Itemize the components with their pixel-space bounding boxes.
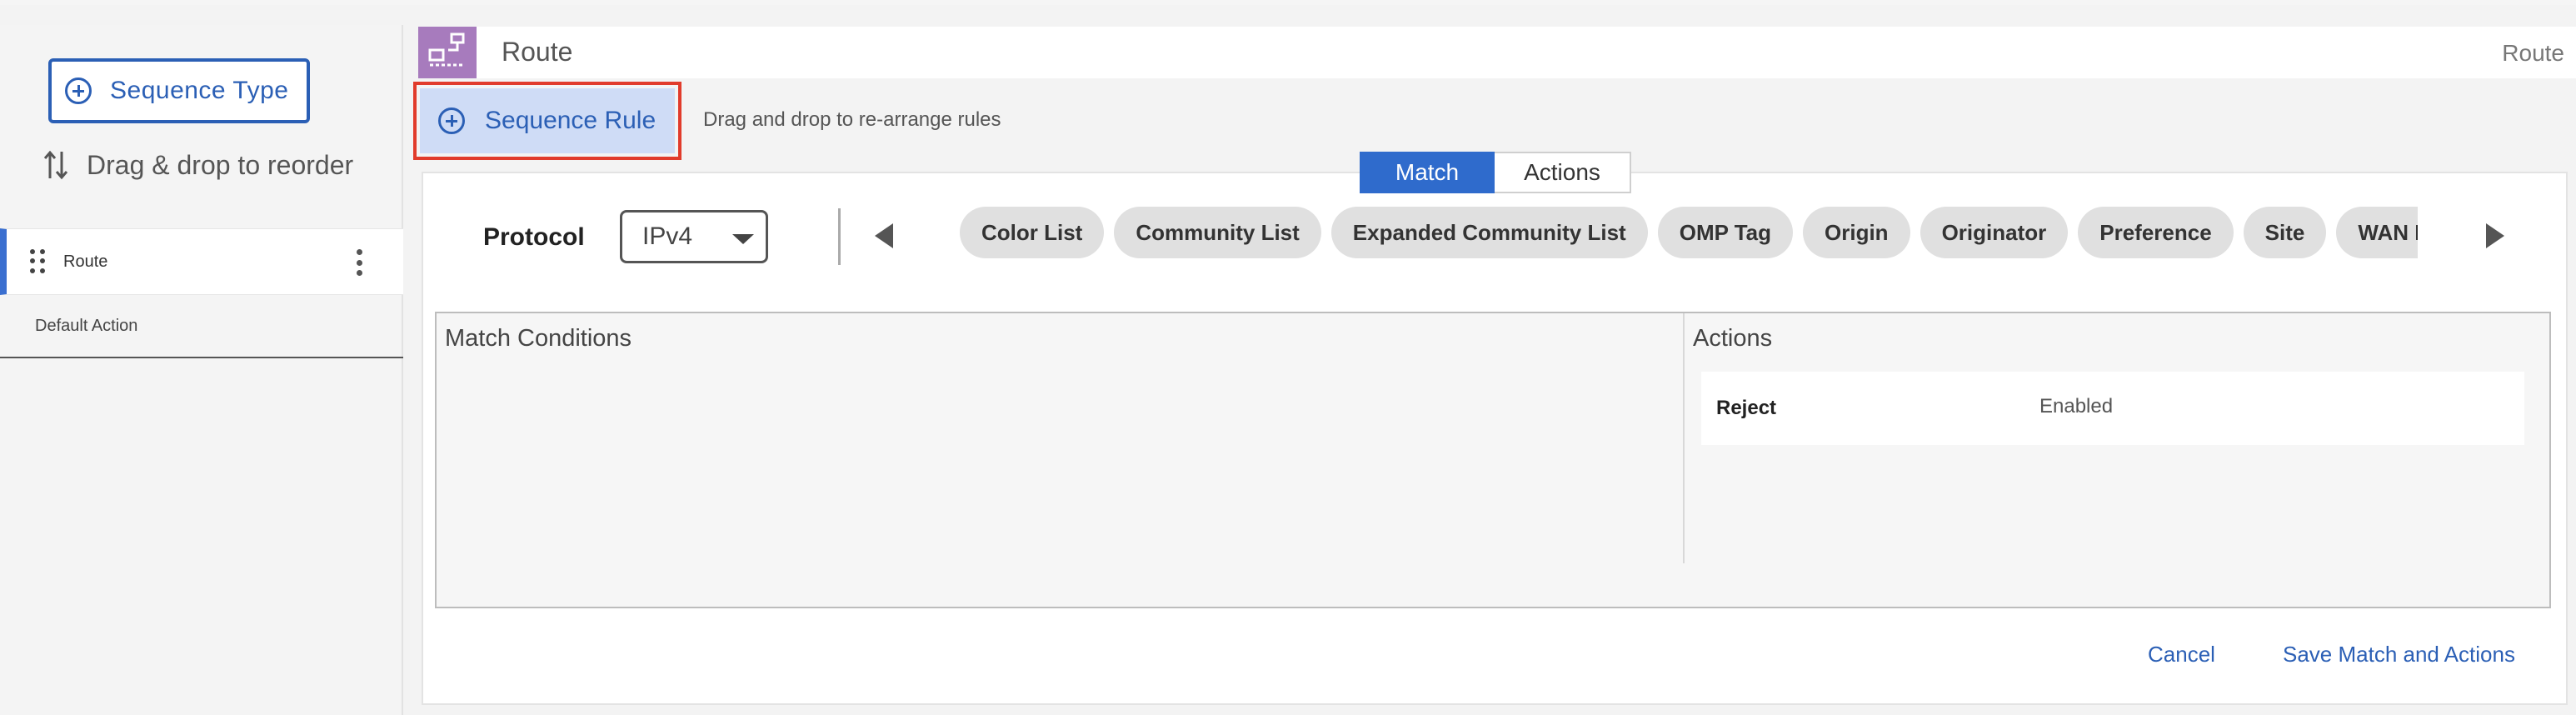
sequence-type-button[interactable]: Sequence Type (48, 58, 310, 123)
drag-handle-icon[interactable] (30, 249, 47, 274)
tab-match[interactable]: Match (1360, 152, 1495, 193)
add-circle-icon (65, 78, 92, 104)
top-strip (0, 0, 2576, 5)
match-conditions-title: Match Conditions (445, 325, 632, 352)
action-key: Reject (1716, 397, 1777, 419)
sequence-rule-label: Sequence Rule (485, 107, 656, 134)
chip-color-list[interactable]: Color List (960, 207, 1105, 258)
route-header: Route Route (418, 27, 2576, 78)
sequence-sidebar: Sequence Type Drag & drop to reorder Rou… (0, 25, 403, 715)
chip-omp-tag[interactable]: OMP Tag (1657, 207, 1793, 258)
protocol-select[interactable]: IPv4 (620, 210, 768, 263)
route-policy-icon (418, 27, 477, 78)
sequence-rule-button[interactable]: Sequence Rule (420, 88, 675, 153)
cancel-button[interactable]: Cancel (2148, 642, 2215, 668)
chip-community-list[interactable]: Community List (1114, 207, 1321, 258)
sequence-list: Route Default Action (0, 228, 403, 358)
scroll-left-icon[interactable] (875, 223, 893, 248)
sequence-item-label: Default Action (35, 316, 138, 335)
page-type-label: Route (2502, 40, 2564, 66)
rearrange-hint: Drag and drop to re-arrange rules (703, 108, 1001, 131)
sequence-item-label: Route (63, 252, 108, 271)
sequence-item-default-action[interactable]: Default Action (0, 295, 403, 358)
sequence-type-label: Sequence Type (110, 77, 289, 104)
drag-reorder-hint: Drag & drop to reorder (42, 148, 353, 182)
conditions-panel: Match Conditions Actions Reject Enabled (435, 312, 2551, 608)
drag-reorder-text: Drag & drop to reorder (87, 149, 354, 180)
divider (838, 208, 841, 265)
scroll-right-icon[interactable] (2486, 223, 2504, 248)
action-value: Enabled (2039, 395, 2114, 418)
match-condition-chips: Color List Community List Expanded Commu… (960, 207, 2418, 260)
actions-title: Actions (1693, 325, 1773, 352)
divider (1683, 313, 1685, 563)
protocol-value: IPv4 (642, 222, 693, 250)
reorder-arrows-icon (42, 148, 72, 182)
chip-preference[interactable]: Preference (2078, 207, 2234, 258)
tab-actions[interactable]: Actions (1495, 152, 1631, 193)
action-row: Reject Enabled (1701, 372, 2524, 445)
more-options-icon[interactable] (357, 249, 363, 276)
match-actions-tabs: Match Actions (1360, 152, 1631, 193)
chip-wan-region[interactable]: WAN Re (2336, 207, 2418, 258)
chip-origin[interactable]: Origin (1803, 207, 1910, 258)
sequence-item-route[interactable]: Route (0, 228, 403, 295)
chevron-down-icon (732, 234, 754, 244)
save-match-actions-button[interactable]: Save Match and Actions (2283, 642, 2515, 668)
add-circle-icon (438, 108, 465, 134)
chip-originator[interactable]: Originator (1920, 207, 2069, 258)
chip-expanded-community-list[interactable]: Expanded Community List (1330, 207, 1648, 258)
sequence-rule-highlight: Sequence Rule (413, 82, 681, 160)
protocol-label: Protocol (483, 223, 585, 251)
chip-site[interactable]: Site (2243, 207, 2327, 258)
page-title: Route (502, 37, 573, 67)
